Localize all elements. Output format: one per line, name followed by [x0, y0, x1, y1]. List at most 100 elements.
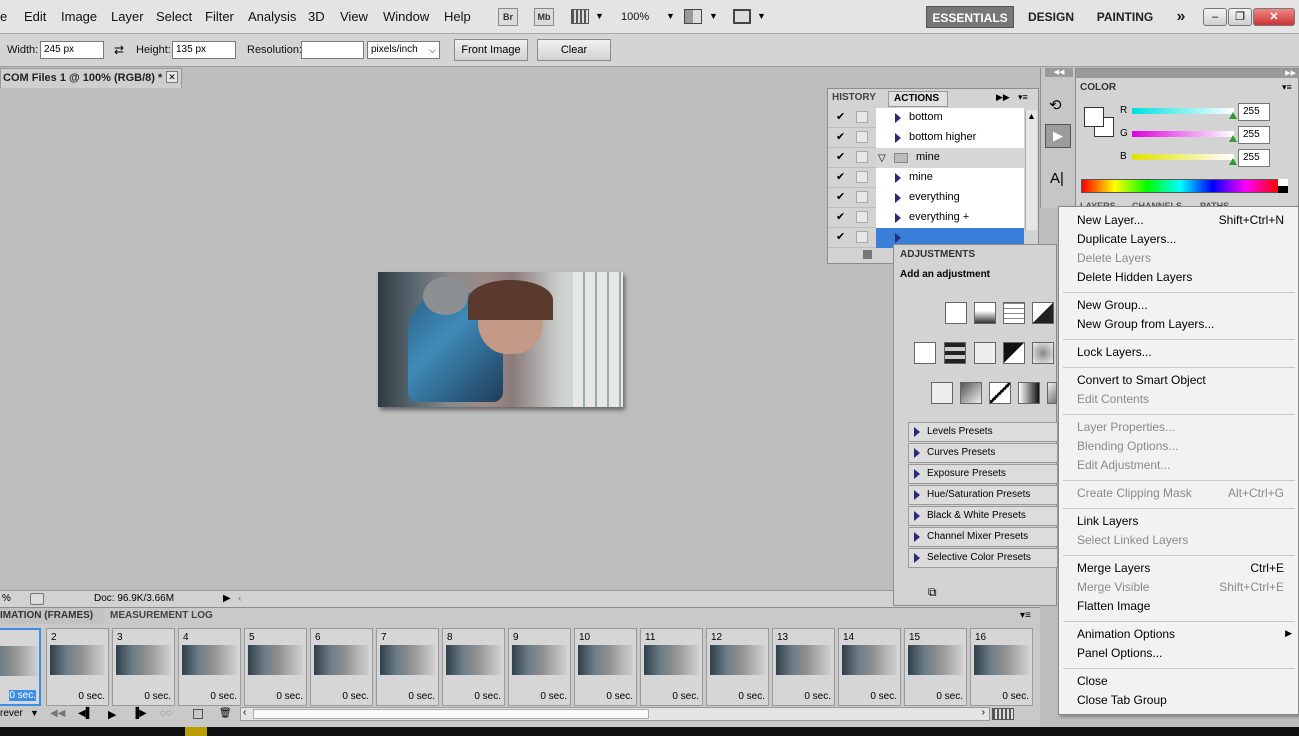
animation-frame[interactable]: 15 0 sec. — [904, 628, 967, 706]
frame-delay[interactable]: 0 sec. — [210, 691, 237, 702]
tab-measurement-log[interactable]: MEASUREMENT LOG — [106, 608, 216, 624]
vibrance-icon[interactable] — [914, 342, 936, 364]
slider-thumb-icon[interactable] — [1229, 135, 1237, 142]
channel-value[interactable]: 255 — [1238, 126, 1270, 144]
frames-scrollbar[interactable]: ‹ › — [240, 707, 990, 721]
more-workspaces-icon[interactable]: » — [1168, 6, 1194, 28]
menu-window[interactable]: Window — [383, 9, 429, 24]
animation-frame[interactable]: 4 0 sec. — [178, 628, 241, 706]
tab-history[interactable]: HISTORY — [832, 92, 876, 103]
animation-frame[interactable]: 8 0 sec. — [442, 628, 505, 706]
frame-delay[interactable]: 0 sec. — [474, 691, 501, 702]
animation-frame[interactable]: 5 0 sec. — [244, 628, 307, 706]
canvas-image[interactable] — [378, 272, 623, 407]
animation-frame[interactable]: 16 0 sec. — [970, 628, 1033, 706]
animation-frame[interactable]: 12 0 sec. — [706, 628, 769, 706]
frame-delay[interactable]: 0 sec. — [408, 691, 435, 702]
menu-item[interactable]: Animation Options ▶ — [1059, 626, 1298, 645]
exposure-icon[interactable] — [1032, 302, 1054, 324]
chevron-right-icon[interactable] — [895, 133, 901, 143]
menu-item[interactable]: New Group... — [1059, 297, 1298, 316]
animation-frame[interactable]: 9 0 sec. — [508, 628, 571, 706]
action-row[interactable]: ✔ everything — [828, 188, 1024, 208]
height-input[interactable]: 135 px — [172, 41, 236, 59]
action-row[interactable]: ✔ bottom higher — [828, 128, 1024, 148]
chevron-right-icon[interactable] — [895, 233, 901, 243]
animation-frame[interactable]: 10 0 sec. — [574, 628, 637, 706]
channel-value[interactable]: 255 — [1238, 149, 1270, 167]
check-icon[interactable]: ✔ — [836, 232, 847, 243]
black-white-ramp[interactable] — [1278, 179, 1288, 193]
taskbar-app-icon[interactable] — [185, 727, 207, 736]
black-white-icon[interactable] — [1003, 342, 1025, 364]
zoom-readout[interactable]: % — [2, 591, 11, 606]
previous-frame-icon[interactable]: ◀▌ — [78, 708, 93, 719]
preset-row[interactable]: Exposure Presets — [908, 464, 1058, 484]
animation-frame[interactable]: 6 0 sec. — [310, 628, 373, 706]
frame-delay[interactable]: 0 sec. — [1002, 691, 1029, 702]
arrange-documents-icon[interactable] — [684, 9, 702, 24]
check-icon[interactable]: ✔ — [836, 152, 847, 163]
collapse-icons-icon[interactable]: ◀◀ — [1045, 68, 1073, 77]
animation-frame[interactable]: 14 0 sec. — [838, 628, 901, 706]
levels-icon[interactable] — [974, 302, 996, 324]
curves-icon[interactable] — [1003, 302, 1025, 324]
frame-delay[interactable]: 0 sec. — [738, 691, 765, 702]
preset-row[interactable]: Black & White Presets — [908, 506, 1058, 526]
frame-delay[interactable]: 0 sec. — [870, 691, 897, 702]
color-ramp[interactable] — [1081, 179, 1279, 193]
loop-select[interactable]: rever — [0, 708, 23, 719]
slider-thumb-icon[interactable] — [1229, 112, 1237, 119]
menu-item[interactable]: Close — [1059, 673, 1298, 692]
slider-thumb-icon[interactable] — [1229, 158, 1237, 165]
preset-row[interactable]: Hue/Saturation Presets — [908, 485, 1058, 505]
menu-item[interactable]: Merge Layers Ctrl+E — [1059, 560, 1298, 579]
chevron-right-icon[interactable] — [895, 113, 901, 123]
menu-item[interactable]: New Layer... Shift+Ctrl+N — [1059, 212, 1298, 231]
menu-item[interactable]: Blending Options... — [1059, 438, 1298, 457]
scroll-right-icon[interactable]: › — [982, 707, 985, 718]
chevron-down-icon[interactable]: ▼ — [30, 708, 39, 718]
panel-menu-icon[interactable]: ▾≡ — [1018, 92, 1028, 103]
dialog-toggle[interactable] — [856, 211, 868, 223]
channel-mixer-icon[interactable] — [931, 382, 953, 404]
dialog-toggle[interactable] — [856, 151, 868, 163]
status-options-icon[interactable] — [30, 593, 44, 605]
preset-row[interactable]: Selective Color Presets — [908, 548, 1058, 568]
menu-item[interactable]: New Group from Layers... — [1059, 316, 1298, 335]
preset-row[interactable]: Curves Presets — [908, 443, 1058, 463]
menu-item[interactable]: Create Clipping Mask Alt+Ctrl+G — [1059, 485, 1298, 504]
menu-3d[interactable]: 3D — [308, 9, 325, 24]
mini-bridge-button[interactable]: Mb — [534, 8, 554, 26]
menu-view[interactable]: View — [340, 9, 368, 24]
frame-delay[interactable]: 0 sec. — [936, 691, 963, 702]
play-right-icon[interactable]: ▶ — [223, 591, 231, 606]
posterize-icon[interactable] — [989, 382, 1011, 404]
adjustments-title[interactable]: ADJUSTMENTS — [900, 249, 975, 260]
animation-frame[interactable]: 2 0 sec. — [46, 628, 109, 706]
clip-layer-icon[interactable]: ⧉ — [928, 585, 937, 600]
chevron-right-icon[interactable] — [895, 193, 901, 203]
convert-timeline-icon[interactable] — [992, 708, 1014, 720]
workspace-essentials[interactable]: ESSENTIALS — [926, 6, 1014, 28]
document-tab[interactable]: COM Files 1 @ 100% (RGB/8) * ✕ — [0, 68, 182, 88]
trash-icon[interactable]: 🗑 — [219, 708, 232, 719]
collapse-panel-icon[interactable]: ▶▶ — [996, 92, 1010, 103]
resolution-units-select[interactable]: pixels/inch ⌵ — [367, 41, 440, 59]
duplicate-frame-icon[interactable] — [193, 709, 203, 719]
bridge-button[interactable]: Br — [498, 8, 518, 26]
dialog-toggle[interactable] — [856, 231, 868, 243]
foreground-color-swatch[interactable] — [1084, 107, 1104, 127]
menu-analysis[interactable]: Analysis — [248, 9, 296, 24]
chevron-right-icon[interactable] — [895, 213, 901, 223]
check-icon[interactable]: ✔ — [836, 132, 847, 143]
action-row[interactable]: ✔ bottom — [828, 108, 1024, 128]
preset-row[interactable]: Levels Presets — [908, 422, 1058, 442]
menu-help[interactable]: Help — [444, 9, 471, 24]
close-window-icon[interactable]: ✕ — [1253, 8, 1295, 26]
menu-item[interactable]: Duplicate Layers... — [1059, 231, 1298, 250]
resolution-input[interactable] — [301, 41, 364, 59]
tween-icon[interactable]: ◌◌ — [160, 708, 172, 719]
width-input[interactable]: 245 px — [40, 41, 104, 59]
check-icon[interactable]: ✔ — [836, 212, 847, 223]
